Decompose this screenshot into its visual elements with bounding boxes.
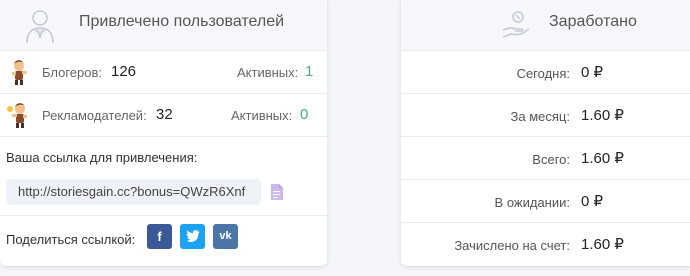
referrals-header: Привлечено пользователей <box>0 0 327 51</box>
earnings-row-credited: Зачислено на счет: 1.60 ₽ <box>401 223 690 265</box>
referrals-card: Привлечено пользователей Блогеров: 126 А… <box>0 0 327 266</box>
facebook-icon: f <box>157 229 162 244</box>
earnings-value-today: 0 ₽ <box>581 64 604 81</box>
ref-link-label: Ваша ссылка для привлечения: <box>6 150 198 165</box>
bloggers-active-count: 1 <box>305 63 314 80</box>
vk-share-button[interactable]: vk <box>213 224 238 249</box>
vk-icon: vk <box>219 230 232 242</box>
referrals-title: Привлечено пользователей <box>79 13 285 30</box>
bloggers-count: 126 <box>111 63 137 80</box>
earnings-value-month: 1.60 ₽ <box>581 107 624 124</box>
advertisers-row: Рекламодателей: 32 Активных: 0 <box>0 94 327 137</box>
earnings-row-total: Всего: 1.60 ₽ <box>401 137 690 180</box>
facebook-share-button[interactable]: f <box>147 224 172 249</box>
earnings-value-pending: 0 ₽ <box>581 193 604 210</box>
advertisers-count: 32 <box>156 106 173 123</box>
bloggers-row: Блогеров: 126 Активных: 1 <box>0 51 327 94</box>
earnings-label-month: За месяц: <box>510 109 570 124</box>
earnings-row-month: За месяц: 1.60 ₽ <box>401 94 690 137</box>
bloggers-active-label: Активных: <box>237 65 299 80</box>
twitter-icon <box>185 230 199 243</box>
earnings-header: Заработано <box>401 0 690 51</box>
share-block: Поделиться ссылкой: f t vk <box>0 216 327 264</box>
advertiser-character-icon <box>7 103 27 128</box>
ref-link-block: Ваша ссылка для привлечения: http://stor… <box>0 137 327 216</box>
hand-coin-icon <box>502 11 530 38</box>
earnings-card: Заработано Сегодня: 0 ₽ За месяц: 1.60 ₽… <box>401 0 690 266</box>
advertisers-active-count: 0 <box>300 106 309 123</box>
earnings-label-total: Всего: <box>532 152 570 167</box>
share-label: Поделиться ссылкой: <box>6 232 136 247</box>
earnings-row-today: Сегодня: 0 ₽ <box>401 51 690 94</box>
earnings-title: Заработано <box>549 13 637 30</box>
earnings-label-today: Сегодня: <box>516 66 570 81</box>
earnings-value-credited: 1.60 ₽ <box>581 236 624 253</box>
blogger-character-icon <box>12 60 27 85</box>
person-tie-icon <box>26 10 54 44</box>
earnings-row-pending: В ожидании: 0 ₽ <box>401 180 690 223</box>
copy-icon[interactable] <box>270 183 284 201</box>
bloggers-label: Блогеров: <box>42 65 103 80</box>
advertisers-label: Рекламодателей: <box>42 108 147 123</box>
ref-link-field[interactable]: http://storiesgain.cc?bonus=QWzR6Xnf <box>6 179 261 205</box>
earnings-label-credited: Зачислено на счет: <box>454 238 570 253</box>
earnings-label-pending: В ожидании: <box>494 195 570 210</box>
earnings-value-total: 1.60 ₽ <box>581 150 624 167</box>
advertisers-active-label: Активных: <box>231 108 293 123</box>
twitter-share-button[interactable]: t <box>180 224 205 249</box>
